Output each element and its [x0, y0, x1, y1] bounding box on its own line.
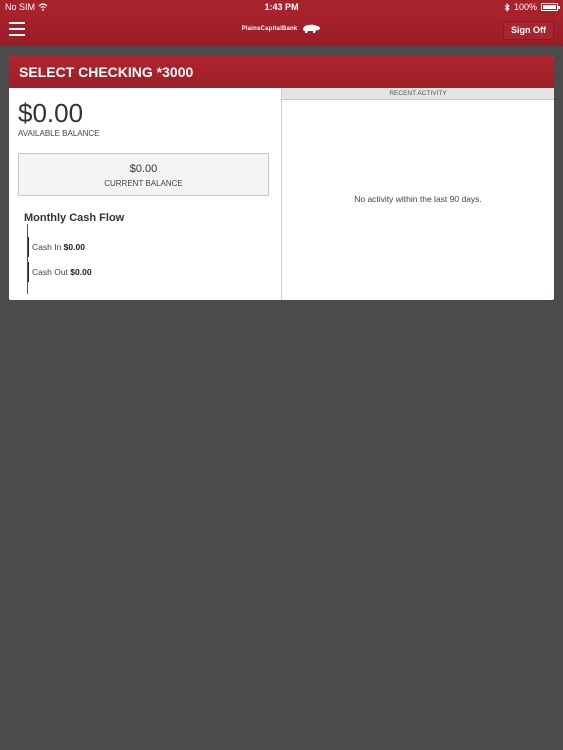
cash-flow-axis — [27, 224, 28, 294]
cash-out-value: $0.00 — [70, 267, 92, 277]
cash-in-row: Cash In $0.00 — [32, 242, 85, 252]
current-balance-label: CURRENT BALANCE — [104, 179, 183, 188]
clock: 1:43 PM — [264, 2, 299, 12]
balance-pane: $0.00 AVAILABLE BALANCE $0.00 CURRENT BA… — [9, 88, 281, 300]
logo-text: PlainsCapitalBank — [241, 26, 298, 33]
bison-icon — [303, 24, 321, 33]
cash-in-bar — [28, 237, 29, 257]
cash-in-label: Cash In — [32, 242, 62, 252]
recent-activity-header: RECENT ACTIVITY — [282, 88, 554, 100]
cash-out-row: Cash Out $0.00 — [32, 267, 92, 277]
battery-percent: 100% — [513, 2, 537, 12]
cash-out-label: Cash Out — [32, 267, 68, 277]
available-balance-label: AVAILABLE BALANCE — [18, 129, 100, 138]
battery-icon — [541, 3, 560, 11]
cash-out-bar — [28, 262, 29, 282]
nav-bar: PlainsCapitalBank Sign Off — [0, 15, 563, 46]
current-balance-amount: $0.00 — [129, 163, 158, 175]
account-card: SELECT CHECKING *3000 $0.00 AVAILABLE BA… — [9, 56, 554, 300]
status-bar: No SIM 1:43 PM 100% — [0, 0, 563, 15]
current-balance-box: $0.00 CURRENT BALANCE — [18, 153, 269, 196]
sign-off-button[interactable]: Sign Off — [503, 21, 554, 40]
empty-activity-message: No activity within the last 90 days. — [354, 194, 482, 204]
recent-activity-pane: RECENT ACTIVITY No activity within the l… — [281, 88, 554, 300]
available-balance-amount: $0.00 — [18, 98, 84, 128]
cash-in-value: $0.00 — [63, 242, 85, 252]
cash-flow-title: Monthly Cash Flow — [24, 212, 125, 224]
bluetooth-icon — [504, 2, 510, 12]
bank-logo: PlainsCapitalBank — [0, 23, 563, 34]
account-selector[interactable]: SELECT CHECKING *3000 — [9, 56, 554, 88]
